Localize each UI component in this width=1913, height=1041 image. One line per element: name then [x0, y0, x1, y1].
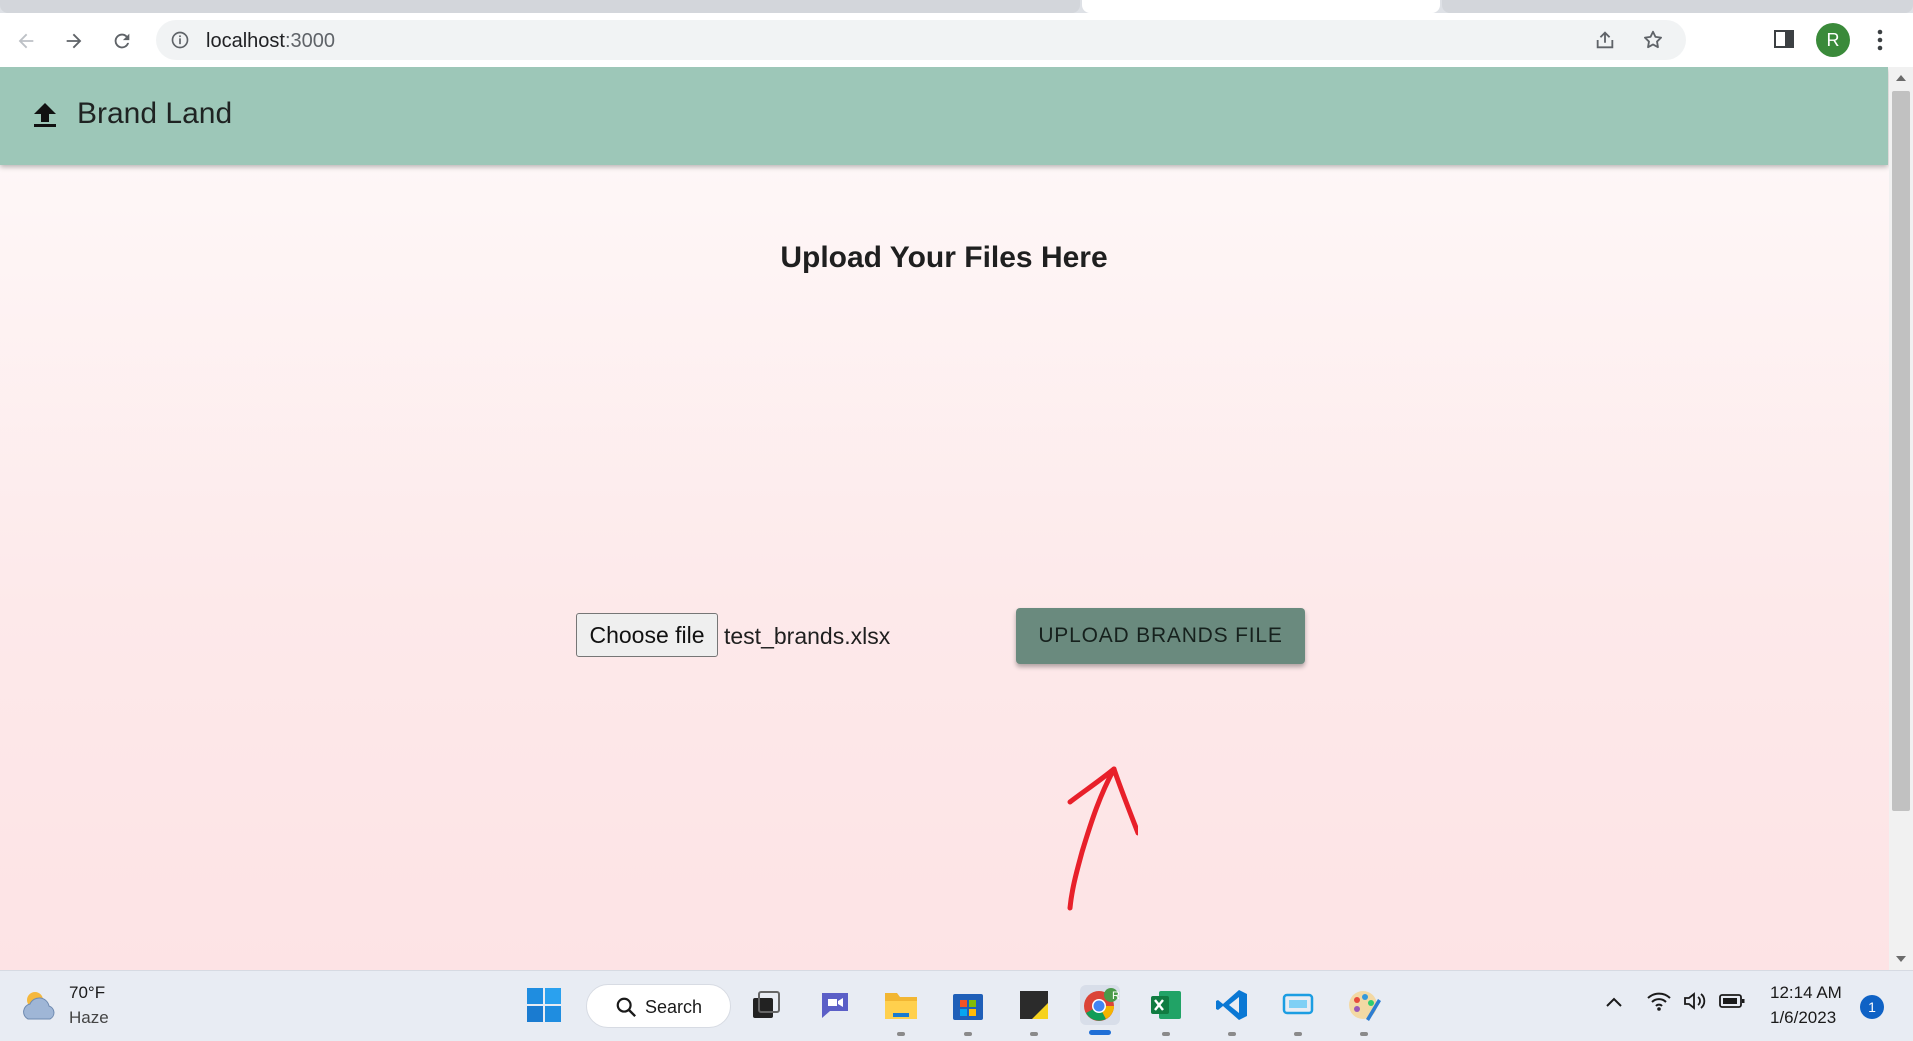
- scrollbar-thumb[interactable]: [1892, 91, 1910, 811]
- browser-toolbar: localhost:3000 R: [0, 13, 1913, 67]
- more-options-icon[interactable]: [1868, 27, 1892, 53]
- browser-tab[interactable]: [0, 0, 1080, 13]
- upload-brands-file-button[interactable]: UPLOAD BRANDS FILE: [1016, 608, 1305, 664]
- app-icon: [1282, 993, 1314, 1015]
- share-icon[interactable]: [1594, 29, 1616, 51]
- forward-button[interactable]: [60, 27, 88, 55]
- running-indicator: [1294, 1032, 1302, 1036]
- task-view-icon: [753, 991, 780, 1018]
- running-indicator: [1360, 1032, 1368, 1036]
- choose-file-button[interactable]: Choose file: [576, 613, 718, 657]
- chrome-button[interactable]: R: [1080, 985, 1120, 1025]
- url-port: :3000: [284, 30, 335, 52]
- running-indicator: [897, 1032, 905, 1036]
- search-icon: [616, 997, 637, 1018]
- windows-logo-icon: [527, 988, 561, 1022]
- bookmark-star-icon[interactable]: [1642, 29, 1664, 51]
- vscode-button[interactable]: [1212, 985, 1252, 1025]
- page-viewport: Brand Land Upload Your Files Here Choose…: [0, 67, 1893, 970]
- notification-badge[interactable]: 1: [1860, 995, 1884, 1019]
- search-label: Search: [645, 997, 703, 1017]
- microsoft-store-icon: [953, 994, 983, 1020]
- tab-strip: [0, 0, 1913, 13]
- info-icon[interactable]: [170, 30, 190, 50]
- wifi-icon[interactable]: [1646, 989, 1672, 1013]
- running-indicator: [964, 1032, 972, 1036]
- upload-icon: [34, 103, 56, 127]
- side-panel-icon[interactable]: [1772, 27, 1796, 51]
- url-text: localhost:3000: [206, 30, 335, 53]
- windows-taskbar: 70°F Haze Search R 12:14 AM 1/6/2023 1: [0, 970, 1913, 1041]
- teams-chat-button[interactable]: [815, 985, 855, 1025]
- active-app-indicator: [1089, 1030, 1111, 1035]
- teams-chat-icon: [822, 993, 848, 1018]
- vertical-scrollbar[interactable]: [1889, 67, 1913, 970]
- red-arrow-annotation: [1067, 766, 1138, 911]
- sticky-notes-icon: [1020, 991, 1048, 1019]
- running-indicator: [1162, 1032, 1170, 1036]
- chevron-up-icon[interactable]: [1604, 993, 1624, 1013]
- profile-avatar[interactable]: R: [1816, 23, 1850, 57]
- taskbar-search[interactable]: Search: [586, 984, 731, 1028]
- address-bar[interactable]: localhost:3000: [156, 20, 1686, 60]
- paint-icon: [1349, 991, 1381, 1021]
- selected-file-name: test_brands.xlsx: [724, 623, 891, 649]
- arrow-right-icon: [66, 33, 82, 49]
- browser-tab[interactable]: [1442, 0, 1913, 13]
- excel-button[interactable]: [1146, 985, 1186, 1025]
- sticky-notes-button[interactable]: [1014, 985, 1054, 1025]
- url-host: localhost: [206, 30, 285, 52]
- page-heading: Upload Your Files Here: [780, 241, 1108, 274]
- back-button[interactable]: [12, 27, 40, 55]
- running-indicator: [1030, 1032, 1038, 1036]
- running-indicator: [1228, 1032, 1236, 1036]
- file-explorer-icon: [885, 993, 917, 1019]
- start-button[interactable]: [524, 985, 564, 1025]
- reload-button[interactable]: [108, 27, 136, 55]
- paint-button[interactable]: [1344, 985, 1384, 1025]
- browser-tab-active[interactable]: [1082, 0, 1440, 13]
- weather-temperature: 70°F: [69, 983, 106, 1002]
- vscode-icon: [1216, 990, 1247, 1020]
- app-button[interactable]: [1278, 985, 1318, 1025]
- clock-time[interactable]: 12:14 AM: [1770, 983, 1842, 1003]
- volume-icon[interactable]: [1682, 989, 1708, 1013]
- app-header: Brand Land: [0, 67, 1888, 165]
- reload-icon: [114, 33, 130, 49]
- excel-icon: [1151, 991, 1181, 1019]
- task-view-button[interactable]: [746, 985, 786, 1025]
- brand-title: Brand Land: [77, 97, 233, 130]
- clock-date[interactable]: 1/6/2023: [1770, 1008, 1836, 1028]
- scroll-down-arrow-icon[interactable]: [1896, 956, 1906, 962]
- battery-icon[interactable]: [1718, 989, 1746, 1013]
- file-explorer-button[interactable]: [881, 985, 921, 1025]
- microsoft-store-button[interactable]: [948, 985, 988, 1025]
- chrome-profile-badge: R: [1112, 990, 1120, 1002]
- weather-cloud-icon[interactable]: [18, 987, 60, 1025]
- arrow-left-icon: [18, 33, 34, 49]
- weather-description: Haze: [69, 1008, 109, 1027]
- scroll-up-arrow-icon[interactable]: [1896, 75, 1906, 81]
